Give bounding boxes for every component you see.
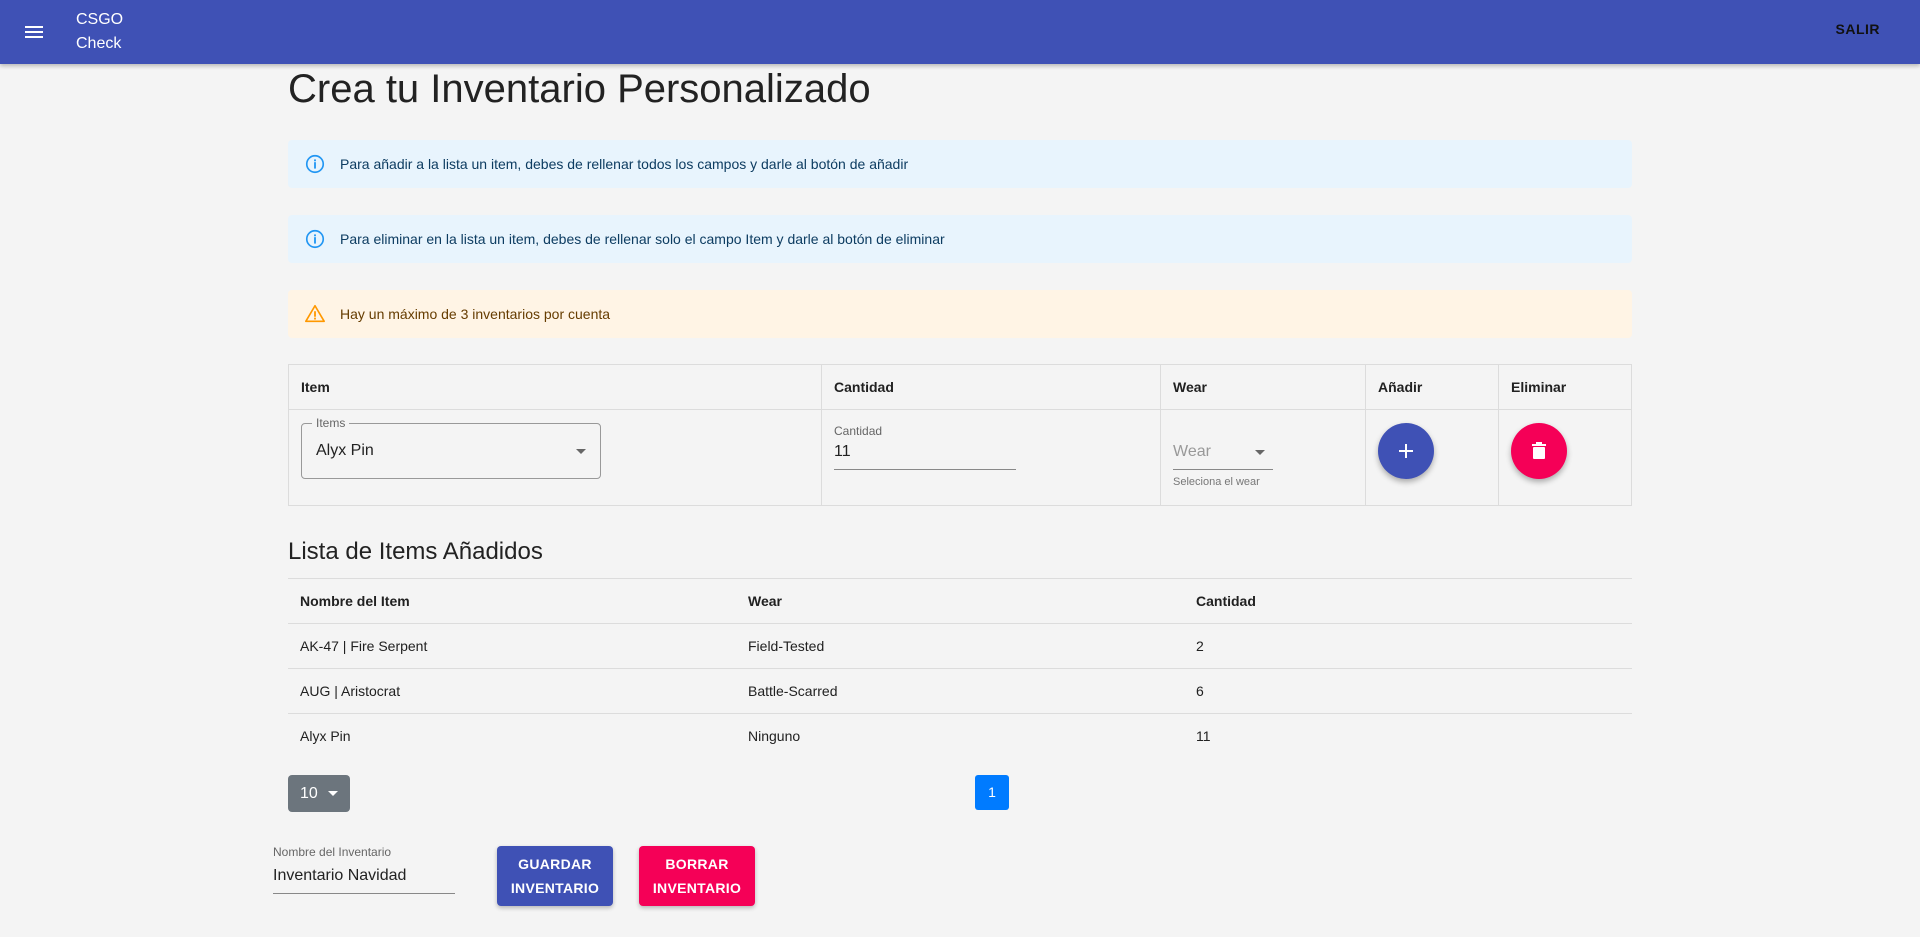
page-title: Crea tu Inventario Personalizado — [288, 67, 871, 111]
cell-name: AK-47 | Fire Serpent — [300, 638, 428, 654]
cell-cantidad: 2 — [1196, 638, 1204, 654]
warning-alert: Hay un máximo de 3 inventarios por cuent… — [288, 290, 1632, 338]
item-select-value: Alyx Pin — [316, 442, 374, 459]
wear-underline — [1173, 469, 1273, 470]
header-anadir: Añadir — [1378, 379, 1423, 395]
brand-line-1: CSGO — [76, 11, 124, 28]
table-row: AK-47 | Fire Serpent Field-Tested 2 — [288, 624, 1632, 669]
brand-line-2: Check — [76, 35, 122, 52]
cantidad-label: Cantidad — [834, 424, 883, 438]
inventory-name-underline — [273, 893, 455, 894]
header-wear: Wear — [1173, 379, 1207, 395]
items-list-table: Nombre del Item Wear Cantidad AK-47 | Fi… — [288, 578, 1632, 759]
wear-column: Wear Wear Seleciona el wear — [1161, 365, 1366, 505]
header-cantidad: Cantidad — [834, 379, 894, 395]
info-icon — [305, 154, 325, 174]
trash-icon — [1532, 442, 1546, 459]
save-label-line-1: GUARDAR — [518, 856, 592, 872]
cell-wear: Field-Tested — [748, 638, 825, 654]
table-row: AUG | Aristocrat Battle-Scarred 6 — [288, 669, 1632, 714]
page-size-value: 10 — [300, 785, 318, 802]
info-icon — [305, 229, 325, 249]
cell-wear: Battle-Scarred — [748, 683, 838, 699]
save-label-line-2: INVENTARIO — [510, 880, 600, 896]
warning-icon — [305, 304, 325, 323]
delete-inventory-button[interactable]: BORRAR INVENTARIO — [639, 846, 755, 906]
delete-column: Eliminar — [1499, 365, 1633, 505]
wear-placeholder: Wear — [1173, 443, 1211, 460]
page-size-dropdown[interactable]: 10 — [288, 775, 350, 812]
chevron-down-icon — [576, 449, 586, 454]
delete-label-line-1: BORRAR — [665, 856, 729, 872]
item-form-table: Item Items Alyx Pin Cantidad Cantidad 11… — [288, 364, 1632, 506]
cantidad-underline — [834, 469, 1016, 470]
cantidad-input[interactable]: 11 — [834, 443, 851, 461]
header-eliminar: Eliminar — [1511, 379, 1567, 395]
item-select-label: Items — [312, 416, 350, 430]
alert-text: Para eliminar en la lista un item, debes… — [340, 231, 945, 247]
column-header-wear: Wear — [748, 593, 782, 609]
alert-text: Para añadir a la lista un item, debes de… — [340, 156, 909, 172]
alert-text: Hay un máximo de 3 inventarios por cuent… — [340, 306, 611, 322]
delete-item-button[interactable] — [1511, 423, 1567, 479]
cantidad-column: Cantidad Cantidad 11 — [822, 365, 1161, 505]
info-alert-add: Para añadir a la lista un item, debes de… — [288, 140, 1632, 188]
add-column: Añadir — [1366, 365, 1499, 505]
menu-icon[interactable] — [22, 20, 46, 44]
item-select[interactable]: Items Alyx Pin — [301, 416, 601, 479]
add-item-button[interactable] — [1378, 423, 1434, 479]
header-item: Item — [301, 379, 330, 395]
cell-name: Alyx Pin — [300, 728, 351, 744]
plus-icon — [1399, 444, 1413, 458]
save-inventory-button[interactable]: GUARDAR INVENTARIO — [497, 846, 613, 906]
column-header-name: Nombre del Item — [300, 593, 410, 609]
chevron-down-icon — [328, 791, 338, 796]
table-header-row: Nombre del Item Wear Cantidad — [288, 579, 1632, 624]
table-row: Alyx Pin Ninguno 11 — [288, 714, 1632, 759]
logout-button[interactable]: SALIR — [1836, 21, 1881, 37]
inventory-name-input[interactable]: Inventario Navidad — [273, 867, 406, 885]
app-bar: CSGO Check SALIR — [0, 0, 1920, 64]
cell-cantidad: 11 — [1196, 728, 1211, 744]
cell-cantidad: 6 — [1196, 683, 1204, 699]
inventory-name-label: Nombre del Inventario — [273, 845, 392, 859]
item-column: Item Items Alyx Pin — [289, 365, 822, 505]
brand[interactable]: CSGO Check — [76, 8, 123, 56]
wear-helper-text: Seleciona el wear — [1173, 476, 1260, 488]
column-header-cantidad: Cantidad — [1196, 593, 1256, 609]
chevron-down-icon — [1255, 450, 1265, 455]
cell-wear: Ninguno — [748, 728, 801, 744]
info-alert-delete: Para eliminar en la lista un item, debes… — [288, 215, 1632, 263]
list-title: Lista de Items Añadidos — [288, 538, 543, 565]
delete-label-line-2: INVENTARIO — [652, 880, 742, 896]
cell-name: AUG | Aristocrat — [300, 683, 401, 699]
page-button-1[interactable]: 1 — [975, 775, 1009, 810]
